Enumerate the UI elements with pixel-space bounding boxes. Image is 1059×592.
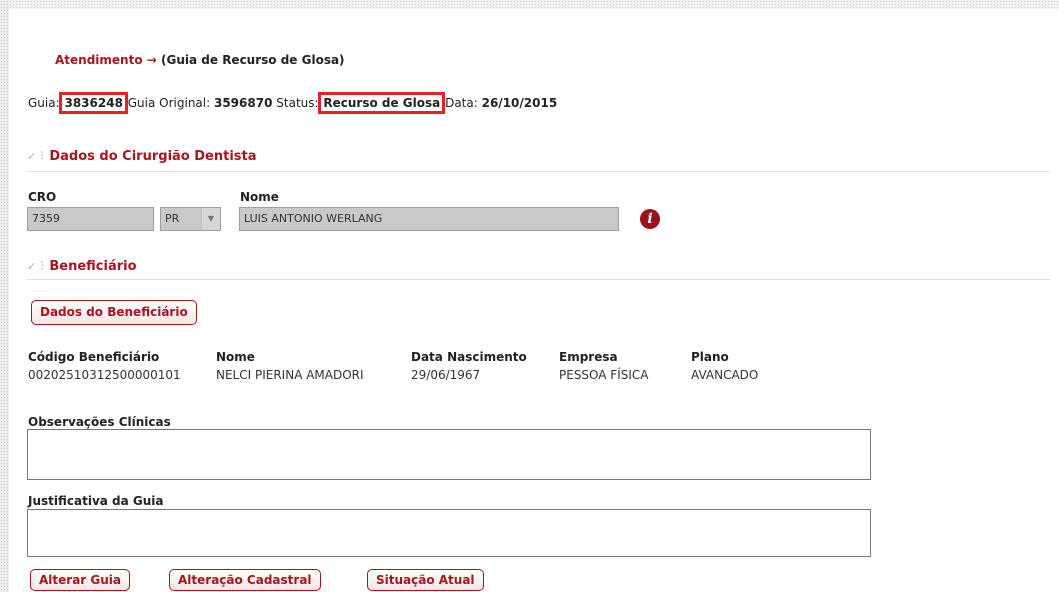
guide-info-line: Guia: 3836248 Guia Original: 3596870 Sta…	[28, 92, 558, 114]
data-value: 26/10/2015	[481, 96, 558, 110]
cro-label: CRO	[28, 190, 57, 204]
empresa-header: Empresa	[559, 350, 618, 364]
section-divider	[27, 279, 1051, 280]
divider-icon: ⁝	[40, 149, 45, 164]
breadcrumb-arrow: →	[146, 53, 157, 67]
breadcrumb-page: (Guia de Recurso de Glosa)	[161, 53, 345, 67]
guia-label: Guia:	[28, 96, 60, 110]
info-icon[interactable]: i	[640, 209, 660, 229]
chevron-down-icon[interactable]: ▼	[201, 208, 220, 230]
codigo-value: 00202510312500000101	[28, 368, 181, 382]
uf-select[interactable]: PR ▼	[160, 207, 221, 231]
plano-header: Plano	[691, 350, 729, 364]
status-value: Recurso de Glosa	[318, 92, 446, 114]
nome-field[interactable]: LUIS ANTONIO WERLANG	[239, 207, 619, 231]
dados-beneficiario-button[interactable]: Dados do Beneficiário	[31, 300, 197, 325]
main-panel: Atendimento → (Guia de Recurso de Glosa)…	[9, 9, 1059, 592]
section-beneficiary-header[interactable]: ✓ ⁝ Beneficiário	[27, 259, 137, 274]
nome-header: Nome	[216, 350, 255, 364]
divider-icon: ⁝	[40, 259, 45, 274]
justificativa-label: Justificativa da Guia	[28, 494, 164, 508]
situacao-atual-button[interactable]: Situação Atual	[367, 569, 484, 591]
uf-select-value: PR	[165, 212, 180, 225]
breadcrumb: Atendimento → (Guia de Recurso de Glosa)	[55, 53, 345, 67]
nome-label: Nome	[240, 190, 279, 204]
codigo-header: Código Beneficiário	[28, 350, 160, 364]
top-background-pattern	[9, 0, 1059, 9]
left-background-pattern	[0, 0, 9, 592]
alterar-guia-button[interactable]: Alterar Guia	[30, 569, 130, 591]
empresa-value: PESSOA FÍSICA	[559, 368, 649, 382]
observacoes-label: Observações Clínicas	[28, 415, 171, 429]
plano-value: AVANCADO	[691, 368, 759, 382]
check-icon: ✓	[27, 260, 37, 273]
guia-number: 3836248	[59, 92, 128, 114]
nascimento-value: 29/06/1967	[411, 368, 481, 382]
data-label: Data:	[445, 96, 478, 110]
breadcrumb-section[interactable]: Atendimento	[55, 53, 143, 67]
justificativa-textarea[interactable]	[27, 509, 871, 557]
section-dentist-title: Dados do Cirurgião Dentista	[49, 149, 257, 164]
observacoes-textarea[interactable]	[27, 429, 871, 480]
alteracao-cadastral-button[interactable]: Alteração Cadastral	[169, 569, 321, 591]
nascimento-header: Data Nascimento	[411, 350, 527, 364]
guia-original-number: 3596870	[213, 96, 273, 110]
nome-value: NELCI PIERINA AMADORI	[216, 368, 364, 382]
status-label: Status:	[276, 96, 319, 110]
section-divider	[27, 171, 1051, 172]
section-dentist-header[interactable]: ✓ ⁝ Dados do Cirurgião Dentista	[27, 149, 257, 164]
check-icon: ✓	[27, 150, 37, 163]
cro-field[interactable]: 7359	[27, 207, 154, 231]
section-beneficiary-title: Beneficiário	[49, 259, 137, 274]
guia-original-label: Guia Original:	[127, 96, 211, 110]
